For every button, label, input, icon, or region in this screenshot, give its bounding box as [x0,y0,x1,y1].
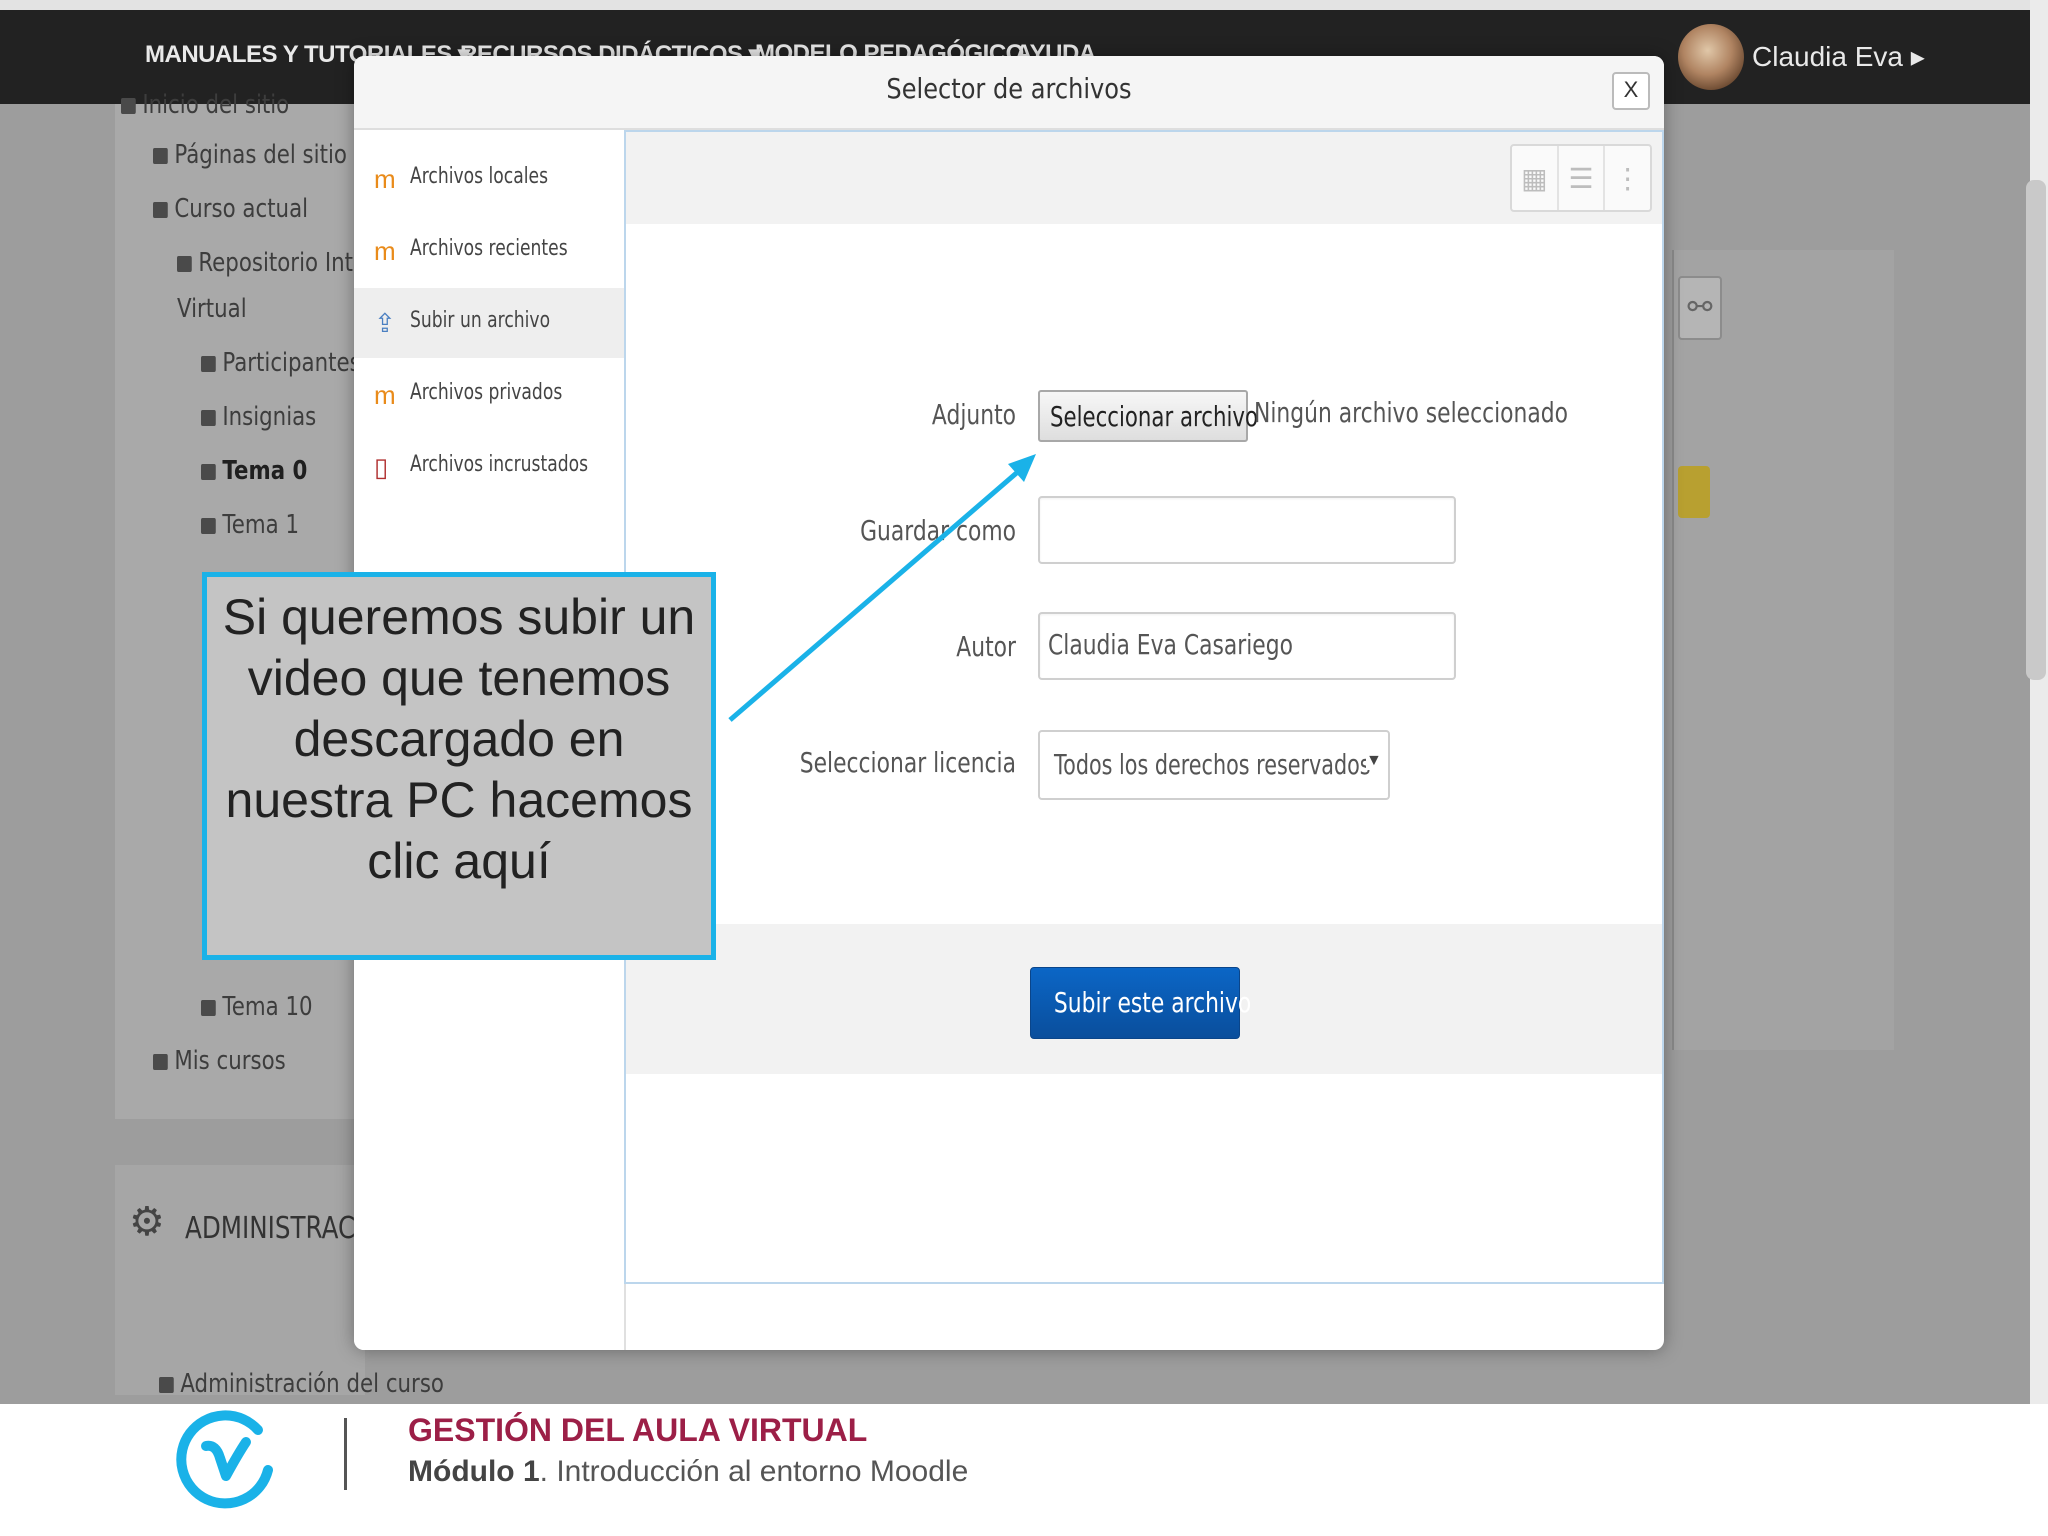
license-select[interactable]: Todos los derechos reservados ▼ [1038,730,1390,800]
folder-icon [121,97,136,114]
view-switcher: ▦ ☰ ⋮ [1510,144,1652,212]
attachment-label: Adjunto [931,398,1016,431]
upload-form: Adjunto Seleccionar archivo Ningún archi… [626,224,1662,924]
brand-logo-icon [176,1410,273,1509]
nav-node-tema-1[interactable]: Tema 1 [201,510,299,540]
choose-file-button[interactable]: Seleccionar archivo [1038,390,1258,442]
document-icon: ▯ [374,452,389,482]
nav-node-my-courses[interactable]: Mis cursos [153,1046,286,1076]
dropdown-arrow-icon: ▼ [1366,752,1382,770]
nav-node-site-pages[interactable]: Páginas del sitio [153,140,347,170]
folder-icon [201,355,216,372]
no-file-text: Ningún archivo seleccionado [1254,396,1568,429]
folder-icon [201,409,216,426]
repo-private-files[interactable]: m Archivos privados [354,360,624,430]
dialog-header: Selector de archivos X [354,56,1664,130]
dialog-title: Selector de archivos [886,72,1132,105]
nav-node-badges[interactable]: Insignias [201,402,316,432]
folder-icon [201,517,216,534]
upload-file-button[interactable]: Subir este archivo [1030,967,1251,1039]
nav-node-repository-cont[interactable]: Virtual [177,294,247,324]
editor-area-background: ⚯ [1672,250,1894,1050]
author-input[interactable]: Claudia Eva Casariego [1038,612,1456,680]
gears-icon: ⚙ [129,1200,165,1244]
tree-view-icon[interactable]: ⋮ [1605,146,1650,210]
nav-node-home[interactable]: Inicio del sitio [121,90,289,120]
page-scrollbar-thumb[interactable] [2026,180,2046,680]
footer-course-title: GESTIÓN DEL AULA VIRTUAL [408,1412,868,1448]
footer-module: Módulo 1. Introducción al entorno Moodle [408,1455,969,1488]
instruction-callout: Si queremos subir un video que tenemos d… [202,572,716,960]
save-as-input[interactable] [1038,496,1456,564]
moodle-icon: m [374,164,396,194]
folder-icon [153,147,168,164]
author-label: Autor [956,630,1016,663]
repo-upload-file[interactable]: ⇪ Subir un archivo [354,288,624,358]
repo-embedded-files[interactable]: ▯ Archivos incrustados [354,432,624,502]
administration-block: ⚙ ADMINISTRAC Administración del curso [115,1165,444,1399]
nav-node-current-course[interactable]: Curso actual [153,194,308,224]
upload-form-area: Adjunto Seleccionar archivo Ningún archi… [624,224,1664,1284]
folder-icon [201,463,216,480]
folder-open-icon [177,255,192,272]
nav-node-participants[interactable]: Participantes [201,348,361,378]
upload-form-footer: Subir este archivo [626,924,1662,1074]
license-label: Seleccionar licencia [799,746,1016,779]
browser-top-strip [0,0,2048,10]
admin-block-title: ADMINISTRAC [185,1211,356,1246]
repo-recent-files[interactable]: m Archivos recientes [354,216,624,286]
folder-icon [153,1053,168,1070]
moodle-icon: m [374,236,396,266]
unlink-icon[interactable]: ⚯ [1678,276,1722,340]
media-icon[interactable] [1678,466,1710,518]
upload-icon: ⇪ [374,308,396,338]
repo-local-files[interactable]: m Archivos locales [354,144,624,214]
icons-view-icon[interactable]: ▦ [1512,146,1559,210]
nav-node-tema-10[interactable]: Tema 10 [201,992,313,1022]
admin-course-item[interactable]: Administración del curso [159,1369,444,1399]
moodle-icon: m [374,380,396,410]
user-menu[interactable]: Claudia Eva ▸ [1752,40,1925,73]
nav-node-repository[interactable]: Repositorio Int [177,248,353,278]
folder-open-icon [159,1376,174,1393]
user-avatar[interactable] [1678,24,1744,90]
view-toolbar: ▦ ☰ ⋮ [624,130,1664,228]
file-picker-content: ▦ ☰ ⋮ Adjunto Seleccionar archivo Ningún… [624,130,1664,1350]
nav-node-tema-0[interactable]: Tema 0 [201,456,307,486]
save-as-label: Guardar como [860,514,1016,547]
folder-open-icon [153,201,168,218]
list-view-icon[interactable]: ☰ [1559,146,1606,210]
callout-text: Si queremos subir un video que tenemos d… [222,589,696,889]
folder-icon [201,999,216,1016]
footer-divider [344,1418,347,1490]
close-button[interactable]: X [1612,72,1650,110]
